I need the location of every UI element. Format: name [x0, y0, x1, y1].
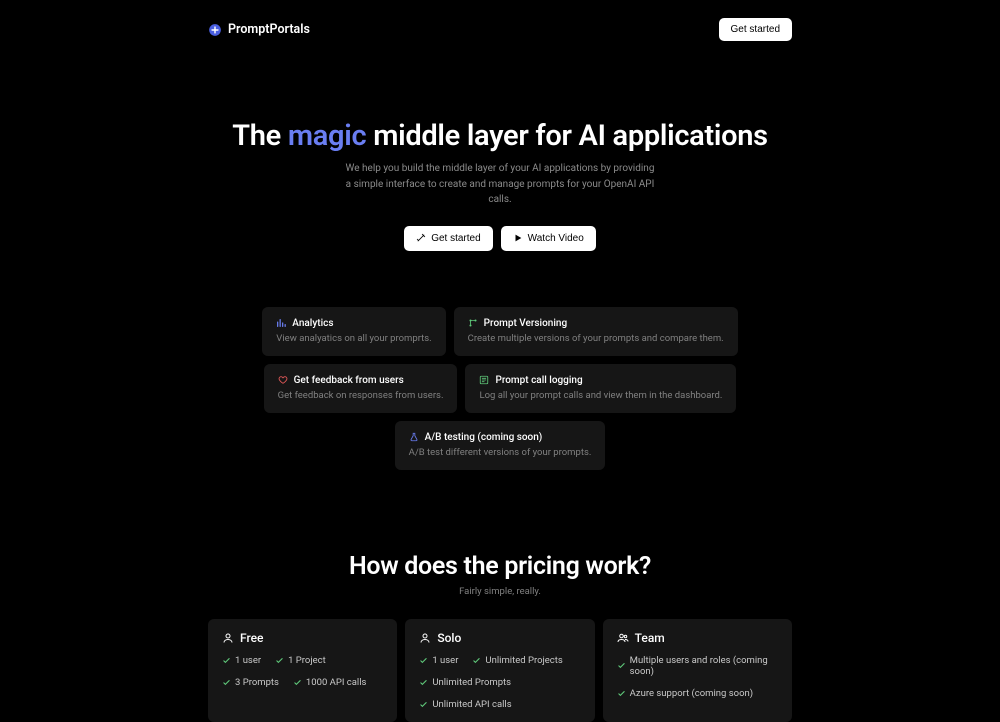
plan-feature: Unlimited Projects	[472, 655, 562, 666]
feature-versioning: Prompt Versioning Create multiple versio…	[454, 307, 738, 356]
feature-title: Get feedback from users	[294, 375, 404, 386]
check-icon	[617, 661, 626, 670]
pricing-subtitle: Fairly simple, really.	[0, 586, 1000, 597]
check-icon	[222, 656, 231, 665]
plan-feature: Unlimited Prompts	[419, 677, 511, 688]
plan-feature: 1 Project	[275, 655, 326, 666]
plan-free: Free 1 user 1 Project 3 Prompts 1000 API…	[208, 619, 397, 722]
check-icon	[275, 656, 284, 665]
check-icon	[617, 689, 626, 698]
plan-team: Team Multiple users and roles (coming so…	[603, 619, 792, 722]
plan-solo: Solo 1 user Unlimited Projects Unlimited…	[405, 619, 594, 722]
plan-feature: 1 user	[222, 655, 261, 666]
feature-desc: View analyatics on all your promprts.	[276, 333, 431, 344]
branch-icon	[468, 318, 478, 328]
feature-title: Prompt call logging	[495, 375, 582, 386]
hero-title-highlight: magic	[288, 119, 366, 153]
pricing-plans: Free 1 user 1 Project 3 Prompts 1000 API…	[0, 619, 1000, 722]
brand[interactable]: PromptPortals	[208, 22, 310, 37]
user-icon	[222, 632, 234, 644]
feature-desc: Log all your prompt calls and view them …	[479, 390, 722, 401]
flask-icon	[409, 432, 419, 442]
feature-title: Prompt Versioning	[484, 318, 567, 329]
users-icon	[617, 632, 629, 644]
feature-abtest: A/B testing (coming soon) A/B test diffe…	[395, 421, 606, 470]
brand-logo-icon	[208, 23, 222, 37]
check-icon	[419, 678, 428, 687]
hero: The magic middle layer for AI applicatio…	[0, 119, 1000, 251]
hero-cta-row: Get started Watch Video	[0, 226, 1000, 251]
feature-desc: Get feedback on responses from users.	[278, 390, 444, 401]
feature-title: A/B testing (coming soon)	[425, 432, 543, 443]
plan-feature: 1 user	[419, 655, 458, 666]
pricing-title: How does the pricing work?	[0, 552, 1000, 581]
feature-desc: A/B test different versions of your prom…	[409, 447, 592, 458]
check-icon	[472, 656, 481, 665]
get-started-cta-label: Get started	[431, 233, 480, 244]
watch-video-button[interactable]: Watch Video	[501, 226, 596, 251]
feature-feedback: Get feedback from users Get feedback on …	[264, 364, 458, 413]
plan-feature: 1000 API calls	[293, 677, 367, 688]
watch-video-label: Watch Video	[528, 233, 584, 244]
feature-desc: Create multiple versions of your prompts…	[468, 333, 724, 344]
hero-title: The magic middle layer for AI applicatio…	[0, 119, 1000, 153]
play-icon	[513, 233, 523, 243]
user-icon	[419, 632, 431, 644]
heart-icon	[278, 375, 288, 385]
plan-name: Team	[635, 631, 665, 645]
plan-feature: Unlimited API calls	[419, 699, 511, 710]
wand-icon	[416, 233, 426, 243]
log-icon	[479, 375, 489, 385]
plan-feature: 3 Prompts	[222, 677, 279, 688]
check-icon	[419, 656, 428, 665]
check-icon	[293, 678, 302, 687]
hero-title-post: middle layer for AI applications	[366, 119, 767, 153]
get-started-button[interactable]: Get started	[719, 18, 792, 41]
chart-icon	[276, 318, 286, 328]
check-icon	[222, 678, 231, 687]
hero-title-pre: The	[232, 119, 288, 153]
top-nav: PromptPortals Get started	[0, 0, 1000, 41]
get-started-cta-button[interactable]: Get started	[404, 226, 492, 251]
plan-name: Free	[240, 631, 263, 645]
plan-feature: Azure support (coming soon)	[617, 688, 753, 699]
brand-name: PromptPortals	[228, 22, 310, 37]
plan-name: Solo	[437, 631, 461, 645]
pricing-header: How does the pricing work? Fairly simple…	[0, 552, 1000, 597]
plan-feature: Multiple users and roles (coming soon)	[617, 655, 778, 677]
check-icon	[419, 700, 428, 709]
features-grid: Analytics View analyatics on all your pr…	[220, 307, 780, 470]
feature-analytics: Analytics View analyatics on all your pr…	[262, 307, 445, 356]
feature-logging: Prompt call logging Log all your prompt …	[465, 364, 736, 413]
hero-subtitle: We help you build the middle layer of yo…	[345, 161, 655, 208]
feature-title: Analytics	[292, 318, 333, 329]
